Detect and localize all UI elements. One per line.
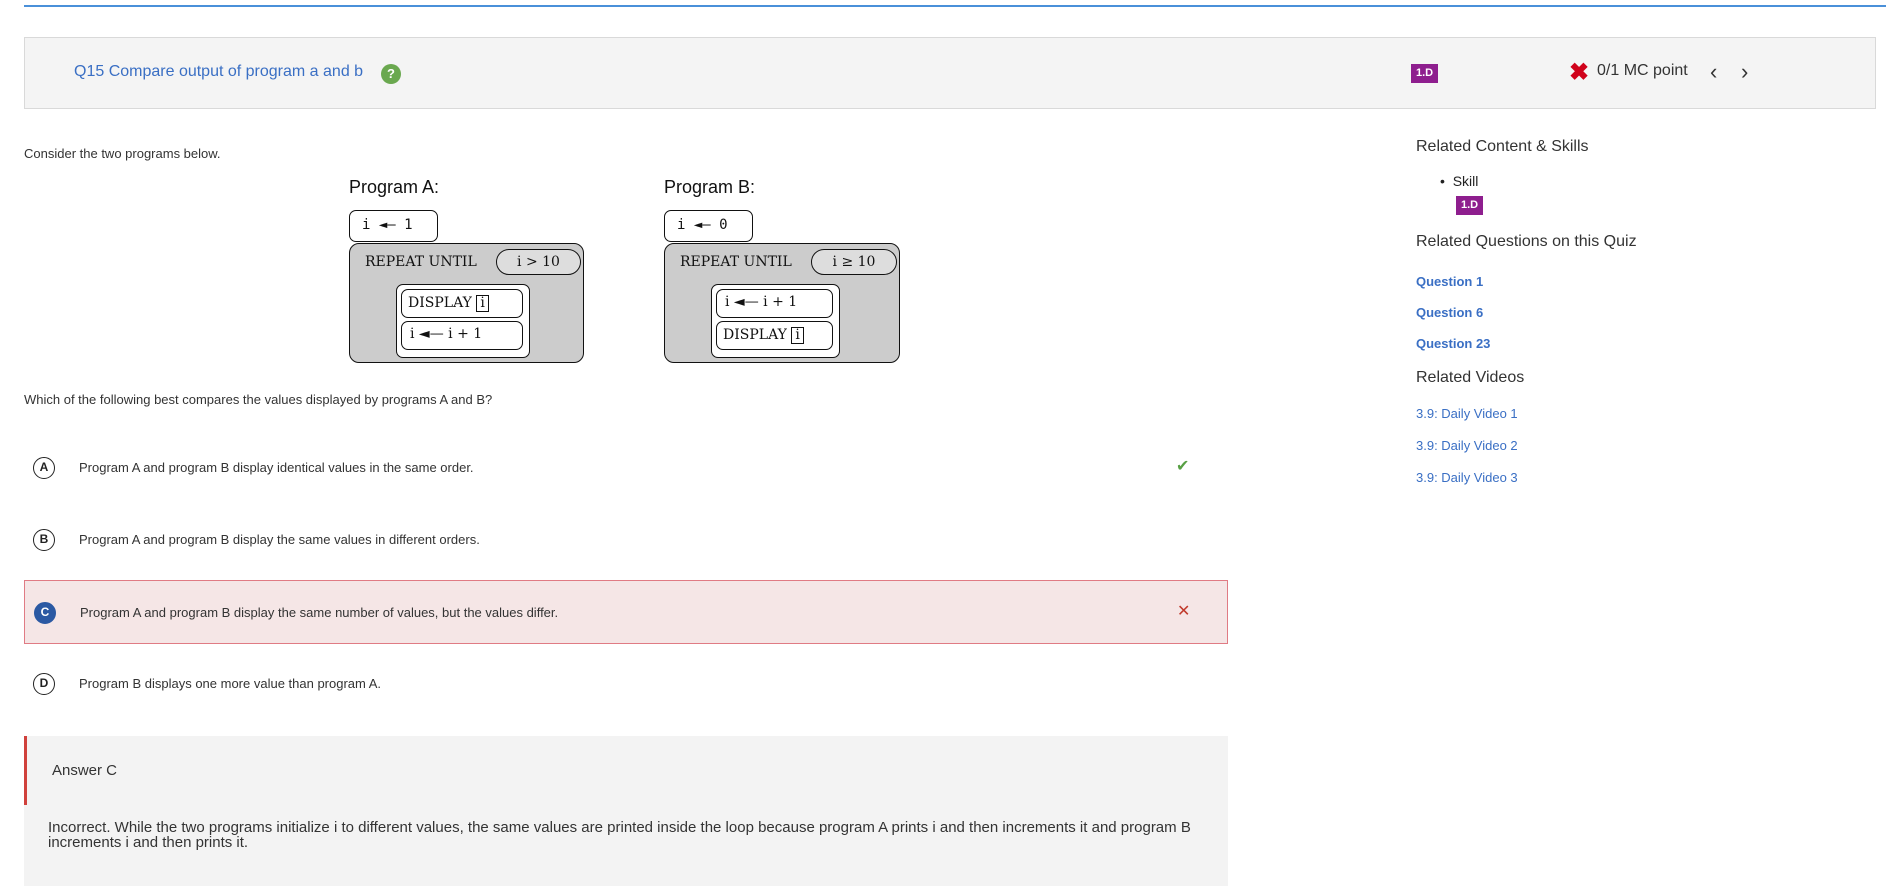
loop-condition: i > 10 [496,249,581,275]
answer-accent-bar [24,736,27,805]
check-icon: ✔ [1176,458,1190,475]
skill-badge: 1.D [1456,196,1484,215]
related-video-link[interactable]: 3.9: Daily Video 1 [1416,406,1518,421]
display-statement: DISPLAY i [716,321,833,350]
option-letter[interactable]: B [33,529,55,551]
option-letter[interactable]: D [33,673,55,695]
score-text: 0/1 MC point [1597,62,1688,79]
loop-condition: i ≥ 10 [811,249,897,275]
option-text: Program A and program B display the same… [80,605,559,620]
answer-option-d[interactable]: D Program B displays one more value than… [24,652,1228,716]
display-variable: i [791,327,804,344]
skill-badge: 1.D [1411,64,1439,83]
question-prompt: Which of the following best compares the… [24,392,493,407]
loop-body: i ◄— i + 1 DISPLAY i [711,284,840,358]
program-a-loop: REPEAT UNTIL i > 10 DISPLAY i i ◄— i + 1 [349,243,584,363]
answer-explanation: Answer C Incorrect. While the two progra… [24,736,1228,886]
display-variable: i [476,295,489,312]
option-letter[interactable]: C [34,602,56,624]
increment-statement: i ◄— i + 1 [716,289,833,318]
option-letter[interactable]: A [33,457,55,479]
answer-label: Answer C [52,762,118,779]
question-title[interactable]: Q15 Compare output of program a and b [74,63,363,81]
skill-label: Skill [1452,173,1479,189]
question-intro: Consider the two programs below. [24,146,221,161]
option-text: Program B displays one more value than p… [79,676,382,691]
x-icon: ✖ [1569,59,1590,86]
loop-keyword: REPEAT UNTIL [680,254,792,270]
answer-text: Incorrect. While the two programs initia… [48,819,1191,851]
skill-item: • Skill [1440,173,1479,189]
related-question-link[interactable]: Question 23 [1416,336,1490,351]
option-text: Program A and program B display the same… [79,532,480,547]
loop-keyword: REPEAT UNTIL [365,254,477,270]
top-divider [24,5,1886,7]
increment-statement: i ◄— i + 1 [401,321,523,350]
related-video-link[interactable]: 3.9: Daily Video 3 [1416,470,1518,485]
related-content-heading: Related Content & Skills [1416,138,1589,155]
loop-body: DISPLAY i i ◄— i + 1 [396,284,530,358]
program-a-title: Program A: [349,177,440,197]
question-header: Q15 Compare output of program a and b ? … [24,37,1876,109]
close-icon: ✕ [1177,603,1191,620]
related-questions-heading: Related Questions on this Quiz [1416,233,1637,250]
question-icon[interactable]: ? [381,64,401,84]
related-video-link[interactable]: 3.9: Daily Video 2 [1416,438,1518,453]
program-b-init: i ◄— 0 [664,210,753,242]
answer-option-a[interactable]: A Program A and program B display identi… [24,436,1228,500]
related-question-link[interactable]: Question 1 [1416,274,1483,289]
chevron-right-icon[interactable]: › [1741,57,1748,87]
chevron-left-icon[interactable]: ‹ [1710,57,1717,87]
related-question-link[interactable]: Question 6 [1416,305,1483,320]
option-text: Program A and program B display identica… [79,460,474,475]
related-videos-heading: Related Videos [1416,369,1525,386]
display-statement: DISPLAY i [401,289,523,318]
program-b-title: Program B: [664,177,756,197]
program-b-loop: REPEAT UNTIL i ≥ 10 i ◄— i + 1 DISPLAY i [664,243,900,363]
display-keyword: DISPLAY [408,295,472,311]
answer-option-c[interactable]: C Program A and program B display the sa… [24,580,1228,644]
answer-option-b[interactable]: B Program A and program B display the sa… [24,508,1228,572]
program-a-init: i ◄— 1 [349,210,438,242]
display-keyword: DISPLAY [723,327,787,343]
